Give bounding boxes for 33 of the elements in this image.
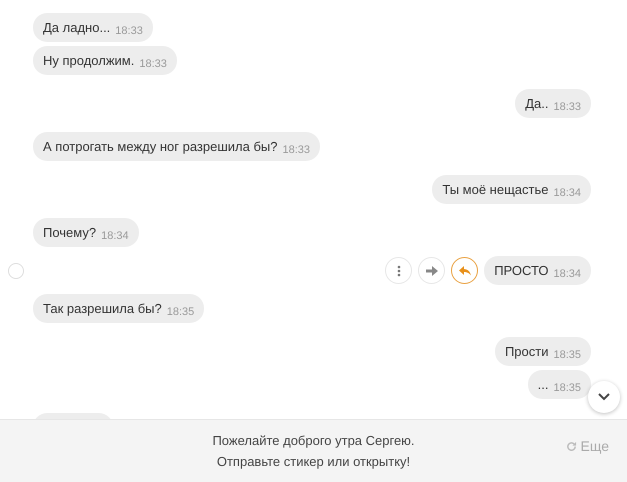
message-time: 18:35 <box>166 306 194 318</box>
message-time: 18:34 <box>101 230 129 242</box>
message-text: ПРОСТО <box>494 263 548 278</box>
message-time: 18:35 <box>553 348 581 360</box>
message-time: 18:34 <box>553 268 581 280</box>
more-link[interactable]: Еще <box>566 438 609 454</box>
message-time: 18:33 <box>282 144 310 156</box>
suggestion-text: Пожелайте доброго утра Сергею. <box>212 433 415 448</box>
message-time: 18:33 <box>115 24 143 36</box>
forward-button[interactable] <box>418 257 446 284</box>
message-text: Почему? <box>43 225 96 240</box>
refresh-icon <box>566 440 576 452</box>
reply-button[interactable] <box>451 257 478 284</box>
message-text: Прости <box>504 344 548 359</box>
reply-icon <box>458 266 471 276</box>
message-time: 18:34 <box>553 186 581 198</box>
message-text: А потрогать между ног разрешила бы? <box>43 139 278 154</box>
scroll-down-button[interactable] <box>588 381 620 413</box>
message-text: ... <box>538 377 548 392</box>
arrow-right-icon <box>426 266 438 276</box>
message-time: 18:35 <box>553 382 581 394</box>
message-text: Да.. <box>525 96 548 111</box>
chevron-down-icon <box>598 393 610 401</box>
message-time: 18:33 <box>553 100 581 112</box>
message-text: Ты моё нещастье <box>442 182 548 197</box>
more-icon <box>396 264 401 276</box>
message-text: Ну продолжим. <box>43 53 134 68</box>
suggestion-text: Отправьте стикер или открытку! <box>216 454 410 469</box>
message-text: Так разрешила бы? <box>43 301 162 316</box>
message-time: 18:33 <box>139 58 167 70</box>
message-text: Да ладно... <box>43 20 110 35</box>
select-circle[interactable] <box>8 262 24 278</box>
more-button[interactable] <box>385 257 412 284</box>
